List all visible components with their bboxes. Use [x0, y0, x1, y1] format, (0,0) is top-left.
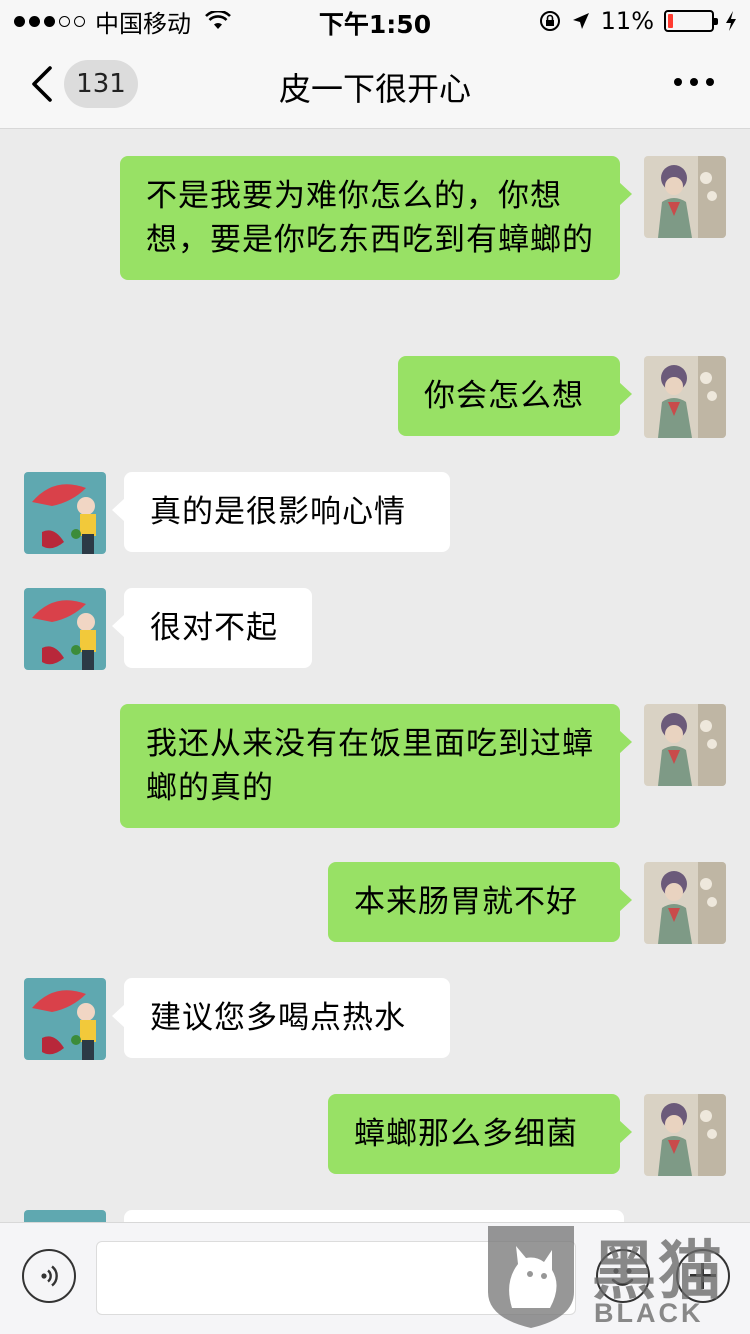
more-actions-plus-button[interactable]: [676, 1249, 730, 1303]
my-avatar[interactable]: [644, 704, 726, 786]
contact-avatar[interactable]: [24, 1210, 106, 1222]
chat-header: 131 皮一下很开心: [0, 40, 750, 129]
message-bubble[interactable]: 很对不起: [112, 588, 312, 668]
more-dot: [674, 78, 682, 86]
charging-bolt-icon: [726, 11, 736, 31]
message-bubble[interactable]: [124, 1210, 624, 1222]
voice-icon: [41, 1265, 58, 1287]
input-toolbar: [0, 1222, 750, 1334]
battery-percent: 11%: [600, 7, 654, 35]
message-bubble[interactable]: 真的是很影响心情: [112, 472, 450, 552]
more-dot: [706, 78, 714, 86]
more-options-button[interactable]: [674, 78, 714, 86]
my-avatar[interactable]: [644, 862, 726, 944]
message-bubble[interactable]: 你会怎么想: [398, 356, 632, 436]
contact-avatar[interactable]: [24, 472, 106, 554]
status-bar: 中国移动 下午1:50 11%: [0, 0, 750, 40]
message-input[interactable]: [96, 1241, 576, 1315]
my-avatar[interactable]: [644, 1094, 726, 1176]
status-right: 11%: [539, 7, 738, 35]
emoji-button[interactable]: [596, 1249, 650, 1303]
chat-title: 皮一下很开心: [278, 70, 471, 108]
message-bubble[interactable]: 我还从来没有在饭里面吃到过蟑螂的真的: [120, 704, 632, 828]
message-bubble[interactable]: 本来肠胃就不好: [328, 862, 632, 942]
message-list[interactable]: 不是我要为难你怎么的，你想想，要是你吃东西吃到有蟑螂的 你会怎么想 真的是很影响…: [0, 130, 750, 1222]
message-bubble[interactable]: 建议您多喝点热水: [112, 978, 450, 1058]
contact-avatar[interactable]: [24, 588, 106, 670]
location-arrow-icon: [572, 13, 589, 29]
battery-icon: [664, 10, 718, 32]
more-dot: [690, 78, 698, 86]
emoji-icon: [611, 1268, 634, 1286]
contact-avatar[interactable]: [24, 978, 106, 1060]
message-bubble[interactable]: 不是我要为难你怎么的，你想想，要是你吃东西吃到有蟑螂的: [120, 156, 632, 280]
orientation-lock-icon: [539, 11, 560, 31]
my-avatar[interactable]: [644, 356, 726, 438]
message-bubble[interactable]: 蟑螂那么多细菌: [328, 1094, 632, 1174]
voice-input-button[interactable]: [22, 1249, 76, 1303]
my-avatar[interactable]: [644, 156, 726, 238]
